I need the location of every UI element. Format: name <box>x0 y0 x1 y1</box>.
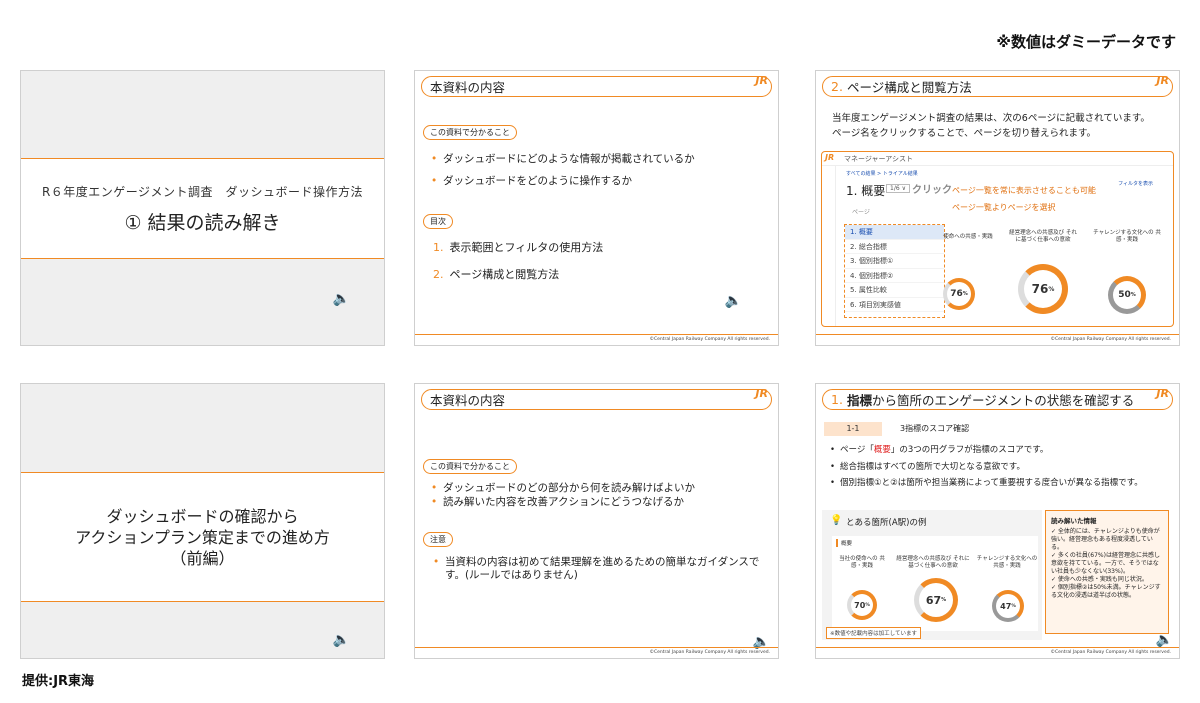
slide-header: 2. ページ構成と閲覧方法 <box>822 76 1173 97</box>
dd-label: ページ <box>852 209 870 216</box>
slide-title: ① 結果の読み解き <box>124 211 281 234</box>
insight-4: ✓ 個別指標②は50%未満。チャレンジする文化の浸透は道半ばの状態。 <box>1051 584 1161 599</box>
slide-header: 1. 指標 から箇所のエンゲージメントの状態を確認する <box>822 389 1173 410</box>
click-label: クリック <box>912 185 952 196</box>
slide-thumbnail-2[interactable]: 本資料の内容 JR この資料で分かること ダッシュボードにどのような情報が掲載さ… <box>414 70 779 346</box>
page-option-3[interactable]: 3. 個別指標① <box>845 254 944 269</box>
slide-footer: ©Central Japan Railway Company All right… <box>415 334 778 345</box>
score-ring-1: 76% <box>943 278 975 310</box>
page-option-5[interactable]: 5. 属性比較 <box>845 283 944 298</box>
speaker-icon[interactable]: 🔈 <box>333 632 350 648</box>
pill-toc: 目次 <box>423 214 453 229</box>
note-bullet: 当資料の内容は初めて結果理解を進めるための簡単なガイダンスです。(ルールではあり… <box>433 556 765 582</box>
mock-sidebar <box>822 166 836 326</box>
col-label-3: チャレンジする文化への 共感・実践 <box>1093 230 1161 243</box>
bullet-1: ダッシュボードにどのような情報が掲載されているか <box>431 153 695 166</box>
header-text: 本資料の内容 <box>430 80 506 95</box>
speaker-icon[interactable]: 🔈 <box>725 293 742 309</box>
title-band: ダッシュボードの確認から アクションプラン策定までの進め方 （前編） <box>21 472 384 602</box>
intro-line-1: 当年度エンゲージメント調査の結果は、次の6ページに記載されています。 <box>832 113 1150 124</box>
annotation-1: ページ一覧を常に表示させることも可能 <box>952 186 1096 195</box>
mock-app-bar: JR マネージャーアシスト <box>822 152 1173 166</box>
slide-footer: ©Central Japan Railway Company All right… <box>816 647 1179 658</box>
toc-item-1: 1. 表示範囲とフィルタの使用方法 <box>433 241 604 254</box>
speaker-icon[interactable]: 🔈 <box>333 291 350 307</box>
slide-thumbnail-4[interactable]: ダッシュボードの確認から アクションプラン策定までの進め方 （前編） 🔈 <box>20 383 385 659</box>
slide-footer: ©Central Japan Railway Company All right… <box>415 647 778 658</box>
score-ring-3: 47% <box>992 590 1024 622</box>
bullet-1: ページ「概要」の3つの円グラフが指標のスコアです。 <box>830 445 1170 455</box>
score-ring-1: 70% <box>847 590 877 620</box>
slide-subtitle: R６年度エンゲージメント調査 ダッシュボード操作方法 <box>41 184 364 199</box>
col-label-2: 経営理念への共感及び それに基づく仕事への意欲 <box>896 556 970 569</box>
insight-2: ✓ 多くの社員(67%)は経営理念に共感し意欲を持てている。一方で、そうではない… <box>1051 552 1160 575</box>
example-title: とある箇所(A駅)の例 <box>846 518 927 528</box>
bullet-2: 読み解いた内容を改善アクションにどうつなげるか <box>431 496 684 509</box>
page-option-4[interactable]: 4. 個別指標② <box>845 269 944 283</box>
page-option-6[interactable]: 6. 項目別実感値 <box>845 298 944 312</box>
jr-logo: JR <box>1156 74 1169 87</box>
title-line-1: ダッシュボードの確認から <box>106 506 299 526</box>
slide-header: 本資料の内容 <box>421 76 772 97</box>
col-label-1: 当社の使命への 共感・実践 <box>839 556 885 569</box>
insights-title: 読み解いた情報 <box>1051 517 1097 525</box>
disclaimer: ※数値や記載内容は加工しています <box>826 627 921 639</box>
score-ring-2: 76% <box>1018 264 1068 314</box>
title-band: R６年度エンゲージメント調査 ダッシュボード操作方法 ① 結果の読み解き <box>21 158 384 259</box>
bullet-1: ダッシュボードのどの部分から何を読み解けばよいか <box>431 482 695 495</box>
slide-header: 本資料の内容 <box>421 389 772 410</box>
example-panel: 💡 とある箇所(A駅)の例 概要 当社の使命への 共感・実践 経営理念への共感及… <box>822 510 1042 640</box>
jr-logo: JR <box>1156 387 1169 400</box>
credit-text: 提供:JR東海 <box>22 674 95 689</box>
col-label-1: 使命への共感・実践 <box>943 234 993 240</box>
title-line-2: アクションプラン策定までの進め方 <box>75 527 330 547</box>
speaker-icon[interactable]: 🔈 <box>1156 632 1173 648</box>
section-number: 1-1 <box>824 422 882 436</box>
page-option-2[interactable]: 2. 総合指標 <box>845 240 944 254</box>
dashboard-mockup: JR マネージャーアシスト すべての結果 > トライアル結果 1. 概要 1/6 … <box>821 151 1174 327</box>
insight-1: ✓ 全体的には、チャレンジよりも使命が強い。経営理念もある程度浸透している。 <box>1051 528 1160 551</box>
bullet-2: 総合指標はすべての箇所で大切となる意欲です。 <box>830 462 1170 472</box>
section-title: 3指標のスコア確認 <box>900 424 970 433</box>
bullet-3: 個別指標①と②は箇所や担当業務によって重要視する度合いが異なる指標です。 <box>830 478 1170 488</box>
slide-thumbnail-6[interactable]: 1. 指標 から箇所のエンゲージメントの状態を確認する JR 1-1 3指標のスコア… <box>815 383 1180 659</box>
intro-line-2: ページ名をクリックすることで、ページを切り替えられます。 <box>832 128 1097 139</box>
title-line-3: （前編） <box>170 548 235 568</box>
bullet-2: ダッシュボードをどのように操作するか <box>431 175 632 188</box>
lightbulb-icon: 💡 <box>830 515 843 526</box>
col-label-2: 経営理念への共感及び それに基づく仕事への意欲 <box>1009 230 1077 243</box>
page-count-dropdown[interactable]: 1/6 ∨ <box>886 184 910 193</box>
score-ring-3: 50% <box>1108 276 1146 314</box>
header-text: 本資料の内容 <box>430 393 506 408</box>
page-dropdown-list: 1. 概要 2. 総合指標 3. 個別指標① 4. 個別指標② 5. 属性比較 … <box>844 224 945 318</box>
annotation-2: ページ一覧よりページを選択 <box>952 203 1056 212</box>
insight-3: ✓ 使命への共感・実践も同じ状況。 <box>1051 576 1148 583</box>
pill-note: 注意 <box>423 532 453 547</box>
slide-thumbnail-5[interactable]: 本資料の内容 JR この資料で分かること ダッシュボードのどの部分から何を読み解… <box>414 383 779 659</box>
jr-logo: JR <box>755 387 768 400</box>
filter-toggle[interactable]: フィルタを表示 <box>1118 180 1153 187</box>
toc-item-2: 2. ページ構成と閲覧方法 <box>433 268 560 281</box>
mock-page-title: 1. 概要 <box>846 184 886 198</box>
score-ring-2: 67% <box>914 578 958 622</box>
mock-breadcrumb: すべての結果 > トライアル結果 <box>846 171 918 177</box>
slide-thumbnail-1[interactable]: R６年度エンゲージメント調査 ダッシュボード操作方法 ① 結果の読み解き 🔈 <box>20 70 385 346</box>
insights-panel: 読み解いた情報 ✓ 全体的には、チャレンジよりも使命が強い。経営理念もある程度浸… <box>1045 510 1169 634</box>
page-option-1[interactable]: 1. 概要 <box>845 225 944 240</box>
slide-thumbnail-3[interactable]: 2. ページ構成と閲覧方法 JR 当年度エンゲージメント調査の結果は、次の6ページ… <box>815 70 1180 346</box>
pill-understand: この資料で分かること <box>423 125 517 140</box>
col-label-3: チャレンジする文化への 共感・実践 <box>976 556 1038 569</box>
example-chart-card: 概要 当社の使命への 共感・実践 経営理念への共感及び それに基づく仕事への意欲… <box>832 536 1038 631</box>
pill-understand: この資料で分かること <box>423 459 517 474</box>
overview-label: 概要 <box>836 539 852 547</box>
jr-logo: JR <box>755 74 768 87</box>
slide-footer: ©Central Japan Railway Company All right… <box>816 334 1179 345</box>
dummy-data-note: ※数値はダミーデータです <box>996 33 1176 51</box>
